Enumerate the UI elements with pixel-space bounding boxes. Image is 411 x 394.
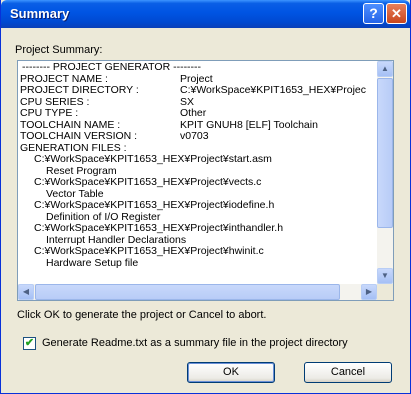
field-row: TOOLCHAIN VERSION : v0703: [20, 130, 376, 143]
field-row: CPU TYPE : Other: [20, 107, 376, 120]
file-path: C:¥WorkSpace¥KPIT1653_HEX¥Project¥inthan…: [34, 222, 284, 234]
readme-checkbox-label[interactable]: Generate Readme.txt as a summary file in…: [42, 337, 348, 349]
field-value: C:¥WorkSpace¥KPIT1653_HEX¥Projec: [180, 84, 366, 96]
file-path: C:¥WorkSpace¥KPIT1653_HEX¥Project¥iodefi…: [34, 199, 275, 211]
file-path: C:¥WorkSpace¥KPIT1653_HEX¥Project¥hwinit…: [34, 245, 264, 257]
scrollbar-corner: [377, 284, 393, 300]
scroll-up-icon[interactable]: ▲: [377, 61, 393, 77]
title-bar[interactable]: Summary ? ✕: [1, 0, 410, 28]
close-button[interactable]: ✕: [386, 3, 407, 24]
cancel-button[interactable]: Cancel: [304, 362, 392, 383]
instruction-text: Click OK to generate the project or Canc…: [17, 309, 267, 321]
readme-checkbox[interactable]: ✔: [23, 337, 36, 350]
summary-header: -------- PROJECT GENERATOR --------: [22, 62, 202, 73]
scroll-down-icon[interactable]: ▼: [377, 268, 393, 284]
project-summary-label: Project Summary:: [15, 44, 103, 56]
vertical-scrollbar[interactable]: ▲ ▼: [377, 61, 393, 284]
summary-dialog: Summary ? ✕ Project Summary: -------- PR…: [0, 0, 411, 394]
ok-button[interactable]: OK: [187, 362, 275, 383]
field-value: Other: [180, 107, 207, 119]
scroll-right-icon[interactable]: ▶: [361, 284, 377, 300]
help-button[interactable]: ?: [363, 3, 384, 24]
summary-textbox[interactable]: -------- PROJECT GENERATOR -------- PROJ…: [17, 60, 394, 301]
field-value: v0703: [180, 130, 209, 142]
horizontal-scrollbar[interactable]: ◀ ▶: [18, 284, 377, 300]
file-path: C:¥WorkSpace¥KPIT1653_HEX¥Project¥vects.…: [34, 176, 262, 188]
summary-content: -------- PROJECT GENERATOR -------- PROJ…: [20, 62, 376, 284]
field-key: TOOLCHAIN VERSION :: [20, 130, 138, 142]
field-key: PROJECT DIRECTORY :: [20, 84, 139, 96]
vertical-scroll-thumb[interactable]: [377, 78, 393, 228]
field-row: PROJECT DIRECTORY : C:¥WorkSpace¥KPIT165…: [20, 84, 376, 97]
field-key: CPU TYPE :: [20, 107, 79, 119]
file-path: C:¥WorkSpace¥KPIT1653_HEX¥Project¥start.…: [34, 153, 272, 165]
file-description: Hardware Setup file: [46, 256, 139, 269]
horizontal-scroll-thumb[interactable]: [35, 284, 340, 300]
window-title: Summary: [10, 6, 70, 21]
scroll-left-icon[interactable]: ◀: [18, 284, 34, 300]
